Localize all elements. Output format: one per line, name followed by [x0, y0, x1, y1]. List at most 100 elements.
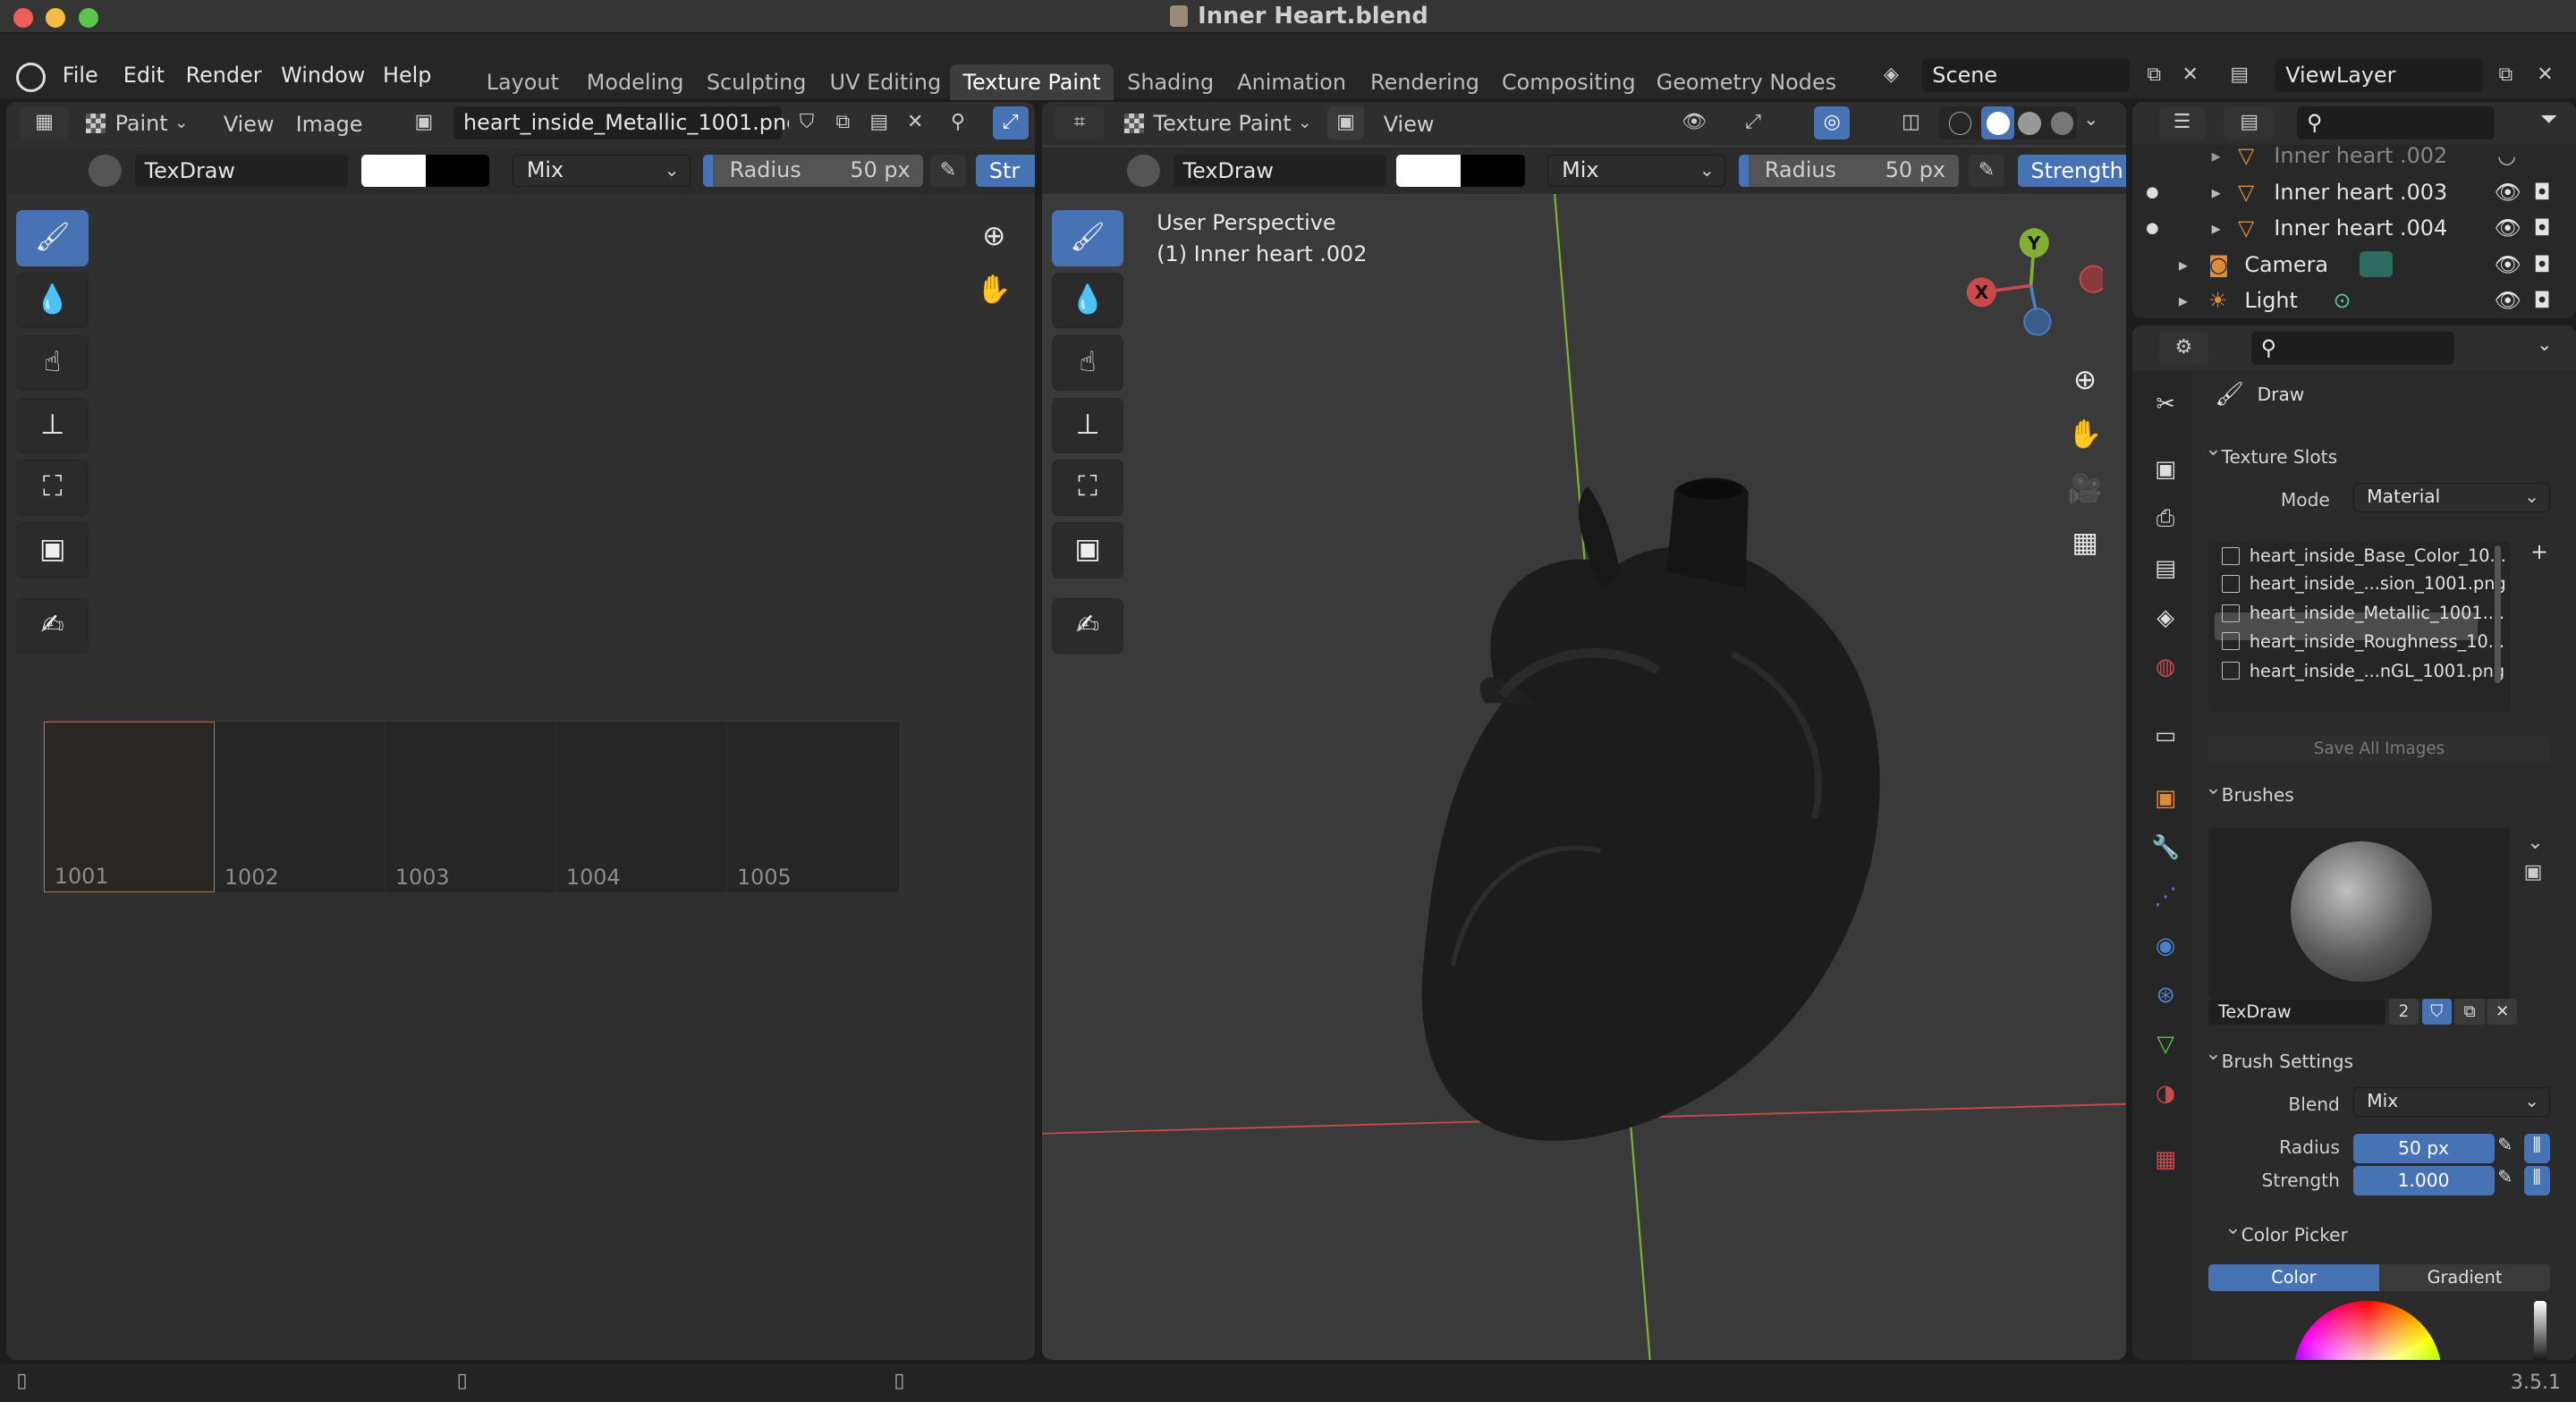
xray-icon[interactable]: ◫: [1893, 106, 1929, 140]
texture-tab-icon[interactable]: ▦: [2146, 1140, 2185, 1179]
shading-options-chevron-icon[interactable]: ⌄: [2083, 108, 2098, 130]
fake-user-icon[interactable]: ⛉: [2421, 998, 2452, 1026]
tab-shading[interactable]: Shading: [1114, 64, 1226, 100]
duplicate-brush-icon[interactable]: ⧉: [2454, 998, 2485, 1026]
outliner-item[interactable]: ▸ ◙ Camera 👁 ◘: [2132, 247, 2563, 283]
filter-icon[interactable]: ⏷: [2540, 106, 2557, 131]
properties-editor-type-icon[interactable]: ⚙: [2158, 332, 2208, 365]
material-tab-icon[interactable]: ◑: [2146, 1074, 2185, 1113]
tab-gradient[interactable]: Gradient: [2378, 1264, 2551, 1291]
outliner-item[interactable]: ● ▸ ▽ Inner heart .004 👁 ◘: [2132, 210, 2563, 246]
view-layer-name-field[interactable]: ViewLayer: [2275, 59, 2483, 92]
viewport-editor-type-icon[interactable]: ⌗: [1055, 106, 1105, 140]
new-scene-icon[interactable]: ⧉: [2136, 59, 2173, 92]
pan-hand-icon[interactable]: ✋: [972, 269, 1015, 312]
perspective-grid-icon[interactable]: ▦: [2063, 522, 2106, 565]
menu-file[interactable]: File: [63, 63, 98, 88]
delete-scene-icon[interactable]: ✕: [2172, 59, 2208, 92]
clone-tool-button[interactable]: ⊥: [16, 397, 89, 453]
viewport-menu-view[interactable]: View: [1384, 112, 1435, 137]
strength-unit-icon[interactable]: ⫼: [2523, 1166, 2551, 1196]
smear-tool-button[interactable]: ☝: [1051, 334, 1124, 392]
constraints-tab-icon[interactable]: ⊛: [2146, 975, 2185, 1015]
draw-tool-button[interactable]: 🖌: [16, 210, 89, 266]
udim-tile[interactable]: 1002: [214, 722, 386, 893]
color-picker-panel-header[interactable]: Color Picker: [2218, 1209, 2546, 1254]
tab-animation[interactable]: Animation: [1224, 64, 1360, 100]
strength-pressure-icon[interactable]: ✎: [2497, 1166, 2521, 1195]
fill-tool-button[interactable]: ⛶: [1051, 460, 1124, 516]
light-data-icon[interactable]: ⊙: [2334, 283, 2351, 318]
snap-icon[interactable]: ⤢: [992, 106, 1029, 140]
radius-pressure-icon[interactable]: ✎: [2497, 1134, 2521, 1163]
radius-slider[interactable]: Radius 50 px: [1738, 154, 1959, 188]
texture-slot[interactable]: heart_inside_Base_Color_10...: [2221, 542, 2506, 570]
menu-render[interactable]: Render: [186, 63, 262, 88]
browse-image-icon[interactable]: ▣: [401, 106, 447, 140]
strength-slider[interactable]: Strength: [2017, 154, 2127, 188]
tab-geometry-nodes[interactable]: Geometry Nodes: [1643, 64, 1850, 100]
udim-tile[interactable]: 1005: [726, 722, 898, 893]
eye-icon[interactable]: 👁: [2495, 210, 2521, 246]
mask-tool-button[interactable]: ▣: [1051, 522, 1124, 579]
menu-view[interactable]: View: [224, 112, 275, 137]
mask-toggle-icon[interactable]: ▣: [1327, 106, 1364, 140]
scene-name-field[interactable]: Scene: [1922, 59, 2130, 92]
pin-icon[interactable]: ⚲: [939, 106, 977, 140]
outliner-item[interactable]: ▸ ▽ Inner heart .002 ◡: [2132, 138, 2563, 173]
outliner-search-input[interactable]: ⚲: [2297, 106, 2495, 140]
udim-tile[interactable]: 1003: [385, 722, 556, 893]
minimize-window-button[interactable]: [46, 8, 66, 29]
strength-field[interactable]: 1.000: [2352, 1166, 2495, 1196]
camera-render-icon[interactable]: ◘: [2534, 210, 2551, 246]
radius-slider[interactable]: Radius 50 px: [703, 154, 924, 188]
rendered-shading-icon[interactable]: [2050, 111, 2074, 135]
brush-name-field[interactable]: TexDraw: [1173, 154, 1387, 188]
texture-slot[interactable]: heart_inside_...sion_1001.png: [2221, 570, 2506, 597]
tab-uv-editing[interactable]: UV Editing: [817, 64, 954, 100]
brush-users-count[interactable]: 2: [2388, 998, 2419, 1026]
visibility-icon[interactable]: 👁: [1675, 106, 1713, 140]
viewport-mode-selector[interactable]: Texture Paint ⌄: [1123, 106, 1311, 139]
primary-color-swatch[interactable]: [1396, 154, 1462, 188]
add-slot-icon[interactable]: +: [2530, 539, 2548, 564]
navigation-gizmo[interactable]: Y X: [1955, 220, 2107, 351]
draw-tool-button[interactable]: 🖌: [1051, 210, 1124, 266]
brush-preview-icon[interactable]: [89, 154, 122, 188]
scene-selector-icon[interactable]: ◈: [1873, 59, 1910, 92]
brush-preview-icon[interactable]: [1127, 154, 1160, 188]
tab-sculpting[interactable]: Sculpting: [693, 64, 819, 100]
tab-texture-paint[interactable]: Texture Paint: [949, 63, 1114, 101]
render-tab-icon[interactable]: ▣: [2146, 450, 2185, 489]
brushes-panel-header[interactable]: Brushes: [2199, 769, 2548, 815]
modifier-tab-icon[interactable]: 🔧: [2146, 828, 2185, 867]
texture-slot[interactable]: heart_inside_...nGL_1001.png: [2221, 657, 2504, 685]
camera-data-icon[interactable]: [2359, 251, 2393, 278]
3d-viewport[interactable]: ⌗ Texture Paint ⌄ ▣ View 👁 ⤢ ◎ ◫ ⌄ TexDra…: [1041, 101, 2127, 1361]
menu-help[interactable]: Help: [383, 63, 431, 88]
texture-slots-panel-header[interactable]: Texture Slots: [2199, 430, 2548, 477]
secondary-color-swatch[interactable]: [425, 154, 490, 188]
soften-tool-button[interactable]: 💧: [1051, 272, 1124, 329]
menu-edit[interactable]: Edit: [123, 63, 165, 88]
secondary-color-swatch[interactable]: [1461, 154, 1525, 188]
outliner-item[interactable]: ● ▸ ▽ Inner heart .003 👁 ◘: [2132, 174, 2563, 210]
data-tab-icon[interactable]: ▽: [2146, 1025, 2185, 1064]
options-chevron-icon[interactable]: ⌄: [2537, 334, 2552, 355]
radius-unit-icon[interactable]: ⫼: [2523, 1133, 2551, 1163]
display-mode-icon[interactable]: ▤: [2224, 106, 2275, 140]
blend-mode-dropdown[interactable]: Mix ⌄: [513, 154, 691, 188]
color-wheel[interactable]: [2293, 1300, 2442, 1361]
tab-modeling[interactable]: Modeling: [573, 64, 697, 100]
brush-image-icon[interactable]: ▣: [2524, 861, 2543, 883]
menu-image[interactable]: Image: [296, 112, 363, 137]
primary-color-swatch[interactable]: [361, 154, 426, 188]
brush-settings-panel-header[interactable]: Brush Settings: [2199, 1035, 2548, 1081]
view-layer-tab-icon[interactable]: ▤: [2146, 549, 2185, 588]
radius-field[interactable]: 50 px: [2352, 1133, 2495, 1163]
eye-icon[interactable]: 👁: [2495, 283, 2521, 318]
outliner-editor-type-icon[interactable]: ☰: [2158, 106, 2206, 140]
image-name-field[interactable]: heart_inside_Metallic_1001.png: [453, 106, 800, 140]
tab-layout[interactable]: Layout: [473, 64, 572, 100]
view-layer-selector-icon[interactable]: ▤: [2221, 59, 2258, 92]
